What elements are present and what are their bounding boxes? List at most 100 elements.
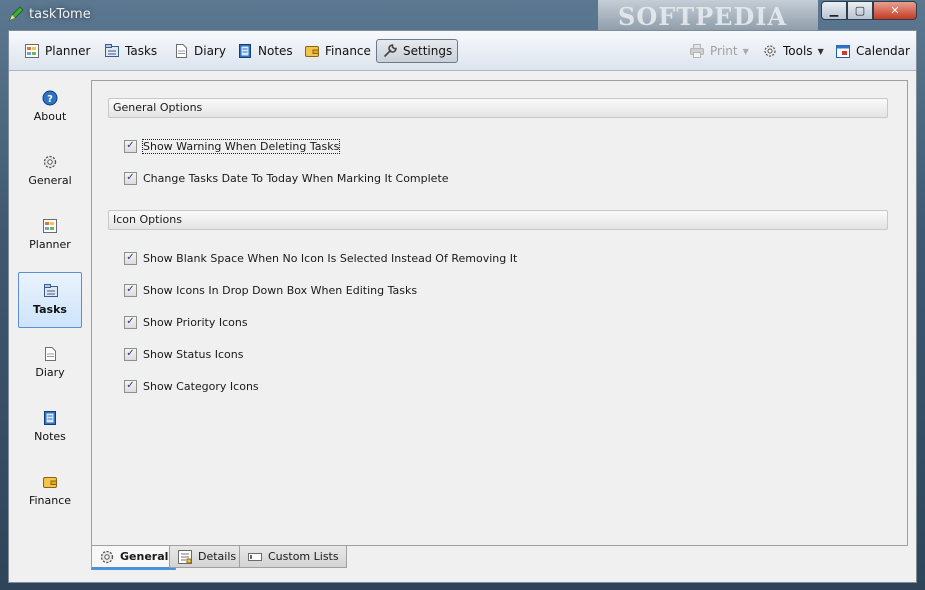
- wrench-icon: [382, 43, 398, 59]
- option-label: Show Status Icons: [143, 347, 244, 361]
- print-dropdown-arrow-icon[interactable]: ▼: [743, 47, 749, 56]
- toolbar-diary-label: Diary: [194, 44, 226, 58]
- gear-icon: [99, 549, 115, 565]
- caption-buttons: ▁ ▢ ✕: [821, 1, 917, 20]
- gear-icon: [42, 154, 58, 170]
- option-label: Change Tasks Date To Today When Marking …: [143, 171, 449, 185]
- checkbox[interactable]: ✓: [124, 171, 137, 185]
- toolbar-notes-button[interactable]: Notes: [232, 39, 298, 63]
- tab-custom-lists[interactable]: Custom Lists: [239, 546, 347, 568]
- toolbar-planner-label: Planner: [45, 44, 91, 58]
- checkmark-icon: ✓: [126, 252, 135, 263]
- settings-panel: General Options ✓ Show Warning When Dele…: [91, 80, 908, 546]
- checkmark-icon: ✓: [126, 380, 135, 391]
- option-show-icons-dropdown[interactable]: ✓ Show Icons In Drop Down Box When Editi…: [124, 282, 417, 298]
- sidebar-item-finance[interactable]: Finance: [18, 464, 82, 520]
- checkbox[interactable]: ✓: [124, 251, 137, 265]
- sidebar-item-planner[interactable]: Planner: [18, 208, 82, 264]
- window-title: taskTome: [29, 7, 91, 22]
- planner-icon: [42, 218, 58, 234]
- toolbar-tools-label: Tools: [783, 44, 813, 58]
- sidebar-item-label: Diary: [35, 366, 65, 379]
- option-show-priority-icons[interactable]: ✓ Show Priority Icons: [124, 314, 248, 330]
- tools-dropdown-arrow-icon[interactable]: ▼: [818, 47, 824, 56]
- option-label: Show Icons In Drop Down Box When Editing…: [143, 283, 418, 297]
- option-label: Show Blank Space When No Icon Is Selecte…: [143, 251, 518, 265]
- option-label: Show Category Icons: [143, 379, 259, 393]
- checkmark-icon: ✓: [126, 140, 135, 151]
- maximize-button[interactable]: ▢: [847, 1, 873, 20]
- toolbar-calendar-button[interactable]: Calendar: [830, 39, 915, 63]
- toolbar-tools-button[interactable]: Tools ▼: [757, 39, 829, 63]
- sidebar-item-tasks[interactable]: Tasks: [18, 272, 82, 328]
- settings-sidebar: ? About General Planner Tasks Diary Note…: [9, 72, 89, 582]
- finance-icon: [304, 43, 320, 59]
- planner-icon: [24, 43, 40, 59]
- sidebar-item-label: Notes: [34, 430, 66, 443]
- icon-options-header: Icon Options: [108, 210, 888, 230]
- tab-label: General: [120, 550, 169, 563]
- svg-text:?: ?: [47, 94, 53, 105]
- toolbar-finance-label: Finance: [325, 44, 371, 58]
- help-icon: ?: [42, 90, 58, 106]
- sidebar-item-diary[interactable]: Diary: [18, 336, 82, 392]
- details-icon: [177, 549, 193, 565]
- client-area: Planner Tasks Diary Notes Finance Settin…: [8, 30, 917, 583]
- close-icon: ✕: [890, 4, 900, 17]
- sidebar-item-label: General: [28, 174, 72, 187]
- toolbar-tasks-label: Tasks: [125, 44, 158, 58]
- option-show-blank-space[interactable]: ✓ Show Blank Space When No Icon Is Selec…: [124, 250, 517, 266]
- minimize-button[interactable]: ▁: [821, 1, 847, 20]
- toolbar-print-label: Print: [710, 44, 738, 58]
- checkmark-icon: ✓: [126, 348, 135, 359]
- main-toolbar: Planner Tasks Diary Notes Finance Settin…: [9, 31, 916, 71]
- sidebar-item-label: Tasks: [33, 303, 67, 316]
- tab-details[interactable]: Details: [169, 546, 245, 568]
- checkmark-icon: ✓: [126, 284, 135, 295]
- option-label: Show Priority Icons: [143, 315, 248, 329]
- checkbox[interactable]: ✓: [124, 283, 137, 297]
- option-show-warning-deleting[interactable]: ✓ Show Warning When Deleting Tasks: [124, 138, 341, 154]
- toolbar-planner-button[interactable]: Planner: [19, 39, 95, 63]
- checkbox[interactable]: ✓: [124, 347, 137, 361]
- pencil-icon: [8, 6, 24, 22]
- toolbar-diary-button[interactable]: Diary: [168, 39, 231, 63]
- list-icon: [247, 549, 263, 565]
- watermark: SOFTPEDIA: [598, 0, 818, 30]
- sidebar-item-label: Planner: [29, 238, 71, 251]
- title-bar[interactable]: taskTome SOFTPEDIA ▁ ▢ ✕: [0, 0, 925, 30]
- application-window: taskTome SOFTPEDIA ▁ ▢ ✕ Planner Tasks D…: [0, 0, 925, 590]
- diary-icon: [42, 346, 58, 362]
- toolbar-print-button[interactable]: Print ▼: [684, 39, 754, 63]
- sidebar-item-general[interactable]: General: [18, 144, 82, 200]
- toolbar-settings-button[interactable]: Settings: [376, 39, 459, 63]
- gear-icon: [762, 43, 778, 59]
- notes-icon: [42, 410, 58, 426]
- close-button[interactable]: ✕: [873, 1, 917, 20]
- checkbox[interactable]: ✓: [124, 379, 137, 393]
- sidebar-item-label: Finance: [28, 494, 72, 507]
- general-options-header: General Options: [108, 98, 888, 118]
- tasks-icon: [43, 283, 59, 299]
- tab-general[interactable]: General: [91, 546, 177, 570]
- finance-icon: [42, 474, 58, 490]
- checkmark-icon: ✓: [126, 316, 135, 327]
- tab-label: Details: [198, 550, 237, 563]
- toolbar-tasks-button[interactable]: Tasks: [99, 39, 162, 63]
- checkmark-icon: ✓: [126, 172, 135, 183]
- sidebar-item-label: About: [33, 110, 67, 123]
- option-change-date-complete[interactable]: ✓ Change Tasks Date To Today When Markin…: [124, 170, 449, 186]
- tasks-icon: [104, 43, 120, 59]
- diary-icon: [173, 43, 189, 59]
- option-show-status-icons[interactable]: ✓ Show Status Icons: [124, 346, 243, 362]
- option-show-category-icons[interactable]: ✓ Show Category Icons: [124, 378, 259, 394]
- notes-icon: [237, 43, 253, 59]
- printer-icon: [689, 43, 705, 59]
- calendar-icon: [835, 43, 851, 59]
- toolbar-finance-button[interactable]: Finance: [299, 39, 376, 63]
- sidebar-item-notes[interactable]: Notes: [18, 400, 82, 456]
- minimize-icon: ▁: [829, 4, 839, 17]
- sidebar-item-about[interactable]: ? About: [18, 80, 82, 136]
- checkbox[interactable]: ✓: [124, 139, 137, 153]
- checkbox[interactable]: ✓: [124, 315, 137, 329]
